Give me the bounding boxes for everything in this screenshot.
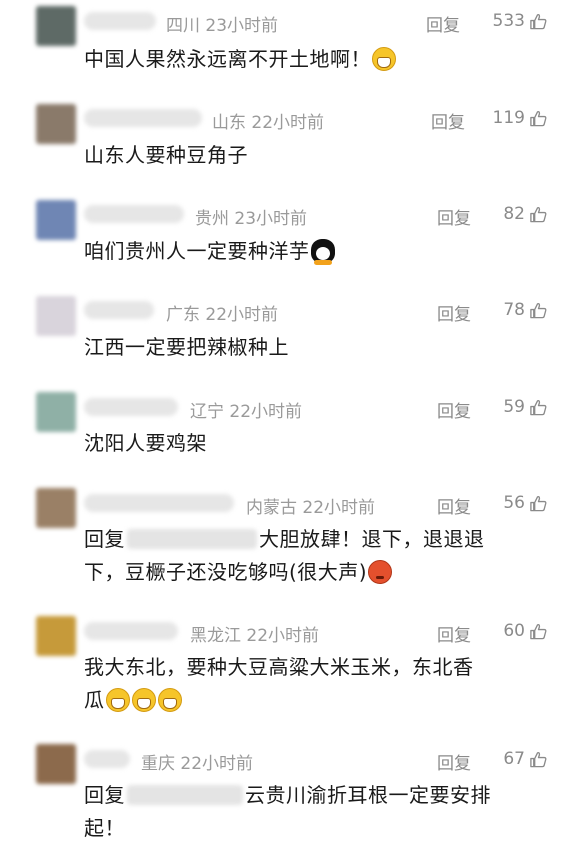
comment-text: 沈阳人要鸡架 bbox=[84, 431, 207, 455]
comment-text: 我大东北，要种大豆高粱大米玉米，东北香 瓜 bbox=[84, 655, 474, 712]
reply-button[interactable]: 回复 bbox=[431, 108, 465, 133]
penguin-emoji-icon bbox=[310, 239, 335, 265]
like-count: 119 bbox=[492, 108, 525, 128]
like-count: 60 bbox=[503, 621, 525, 641]
username[interactable] bbox=[84, 398, 178, 416]
thumbs-up-icon bbox=[530, 399, 547, 415]
region-label: 黑龙江 22小时前 bbox=[190, 626, 320, 646]
comment-text: 咱们贵州人一定要种洋芋 bbox=[84, 235, 546, 268]
reply-button[interactable]: 回复 bbox=[437, 204, 471, 229]
mentioned-user[interactable] bbox=[127, 785, 243, 805]
reply-button[interactable]: 回复 bbox=[437, 621, 471, 646]
reply-button[interactable]: 回复 bbox=[437, 493, 471, 518]
avatar[interactable] bbox=[36, 488, 76, 528]
like-count: 59 bbox=[503, 397, 525, 417]
username[interactable] bbox=[84, 12, 156, 30]
thumbs-up-icon bbox=[530, 751, 547, 767]
like-count: 78 bbox=[503, 300, 525, 320]
reply-button[interactable]: 回复 bbox=[437, 300, 471, 325]
username[interactable] bbox=[84, 301, 154, 319]
avatar[interactable] bbox=[36, 392, 76, 432]
like-button[interactable]: 78 bbox=[503, 300, 548, 320]
username[interactable] bbox=[84, 109, 202, 127]
region-label: 贵州 23小时前 bbox=[195, 209, 308, 229]
avatar[interactable] bbox=[36, 744, 76, 784]
region-label: 重庆 22小时前 bbox=[141, 754, 254, 774]
reply-button[interactable]: 回复 bbox=[437, 397, 471, 422]
like-button[interactable]: 59 bbox=[503, 397, 548, 417]
thumbs-up-icon bbox=[530, 206, 547, 222]
timestamp: 22小时前 bbox=[302, 498, 376, 518]
avatar[interactable] bbox=[36, 200, 76, 240]
timestamp: 22小时前 bbox=[180, 754, 254, 774]
like-count: 533 bbox=[492, 11, 525, 31]
username[interactable] bbox=[84, 494, 234, 512]
thumbs-up-icon bbox=[530, 623, 547, 639]
avatar[interactable] bbox=[36, 104, 76, 144]
like-button[interactable]: 67 bbox=[503, 749, 548, 769]
comment-text: 回复 云贵川渝折耳根一定要安排 起！ bbox=[84, 783, 491, 840]
timestamp: 22小时前 bbox=[246, 626, 320, 646]
region-label: 山东 22小时前 bbox=[212, 113, 325, 133]
like-button[interactable]: 82 bbox=[503, 204, 548, 224]
reply-button[interactable]: 回复 bbox=[426, 11, 460, 36]
username[interactable] bbox=[84, 205, 184, 223]
comment-text: 江西一定要把辣椒种上 bbox=[84, 335, 289, 359]
timestamp: 23小时前 bbox=[205, 16, 279, 36]
thumbs-up-icon bbox=[530, 495, 547, 511]
grin-emoji-icon bbox=[157, 688, 182, 712]
avatar[interactable] bbox=[36, 296, 76, 336]
comment-text: 回复 大胆放肆！退下，退退退 下，豆橛子还没吃够吗(很大声) bbox=[84, 527, 485, 584]
comment-text: 中国人果然永远离不开土地啊！ bbox=[84, 43, 546, 76]
region-label: 辽宁 22小时前 bbox=[190, 402, 303, 422]
thumbs-up-icon bbox=[530, 110, 547, 126]
timestamp: 22小时前 bbox=[229, 402, 303, 422]
angry-emoji-icon bbox=[368, 560, 393, 584]
like-count: 67 bbox=[503, 749, 525, 769]
like-count: 56 bbox=[503, 493, 525, 513]
like-button[interactable]: 60 bbox=[503, 621, 548, 641]
like-count: 82 bbox=[503, 204, 525, 224]
avatar[interactable] bbox=[36, 6, 76, 46]
thumbs-up-icon bbox=[530, 302, 547, 318]
timestamp: 22小时前 bbox=[251, 113, 325, 133]
username[interactable] bbox=[84, 622, 178, 640]
avatar[interactable] bbox=[36, 616, 76, 656]
reply-button[interactable]: 回复 bbox=[437, 749, 471, 774]
region-label: 内蒙古 22小时前 bbox=[246, 498, 376, 518]
mentioned-user[interactable] bbox=[127, 529, 257, 549]
username[interactable] bbox=[84, 750, 130, 768]
thumbs-up-icon bbox=[530, 13, 547, 29]
like-button[interactable]: 533 bbox=[493, 11, 548, 31]
grin-emoji-icon bbox=[372, 47, 396, 71]
grin-emoji-icon bbox=[131, 688, 156, 712]
region-label: 广东 22小时前 bbox=[166, 305, 279, 325]
region-label: 四川 23小时前 bbox=[166, 16, 279, 36]
comment-text: 山东人要种豆角子 bbox=[84, 143, 248, 167]
timestamp: 23小时前 bbox=[234, 209, 308, 229]
like-button[interactable]: 119 bbox=[493, 108, 548, 128]
like-button[interactable]: 56 bbox=[503, 493, 548, 513]
grin-emoji-icon bbox=[105, 688, 130, 712]
timestamp: 22小时前 bbox=[205, 305, 279, 325]
